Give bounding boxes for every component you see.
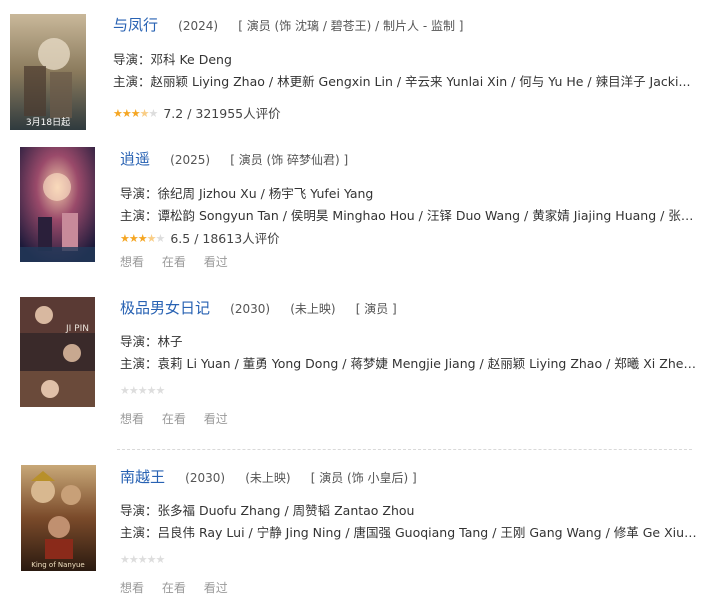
movie-title-link[interactable]: 与凤行 xyxy=(113,16,158,34)
release-status: (未上映) xyxy=(245,471,291,485)
rating-stars: ★★★★★ xyxy=(113,107,158,120)
rating-text: 6.5 / 18613人评价 xyxy=(170,231,280,246)
want-to-watch-link[interactable]: 想看 xyxy=(120,581,144,595)
watching-link[interactable]: 在看 xyxy=(162,581,186,595)
movie-cast: 主演：谭松韵 Songyun Tan / 侯明昊 Minghao Hou / 汪… xyxy=(120,208,698,223)
want-to-watch-link[interactable]: 想看 xyxy=(120,412,144,426)
watching-link[interactable]: 在看 xyxy=(162,412,186,426)
action-links: 想看 在看 看过 xyxy=(120,409,698,429)
watching-link[interactable]: 在看 xyxy=(162,255,186,269)
movie-year: (2024) xyxy=(178,19,219,33)
movie-director: 导演：邓科 Ke Deng xyxy=(113,52,232,67)
movie-director: 导演：林子 xyxy=(120,334,183,349)
action-links: 想看 在看 看过 xyxy=(120,252,698,272)
rating-stars: ★★★★★ xyxy=(120,553,165,566)
rating-stars: ★★★★★ xyxy=(120,232,165,245)
watched-link[interactable]: 看过 xyxy=(204,412,228,426)
movie-year: (2025) xyxy=(170,153,211,167)
movie-cast: 主演：赵丽颖 Liying Zhao / 林更新 Gengxin Lin / 辛… xyxy=(113,74,691,89)
watched-link[interactable]: 看过 xyxy=(204,581,228,595)
movie-cast: 主演：吕良伟 Ray Lui / 宁静 Jing Ning / 唐国强 Guoq… xyxy=(120,525,698,540)
action-links: 想看 在看 看过 xyxy=(120,578,698,598)
movie-role: [ 演员 (饰 碎梦仙君) ] xyxy=(230,153,349,167)
section-divider xyxy=(117,449,692,450)
svg-text:King of Nanyue: King of Nanyue xyxy=(31,561,84,569)
movie-poster[interactable]: 3月18日起 xyxy=(10,14,86,130)
movie-title-link[interactable]: 极品男女日记 xyxy=(120,299,210,317)
want-to-watch-link[interactable]: 想看 xyxy=(120,255,144,269)
movie-role: [ 演员 (饰 沈璃 / 碧苍王) / 制片人 - 监制 ] xyxy=(238,19,464,33)
movie-poster[interactable] xyxy=(20,147,95,262)
rating-text: 7.2 / 321955人评价 xyxy=(163,106,281,121)
movie-director: 导演：张多福 Duofu Zhang / 周赞韬 Zantao Zhou xyxy=(120,503,415,518)
watched-link[interactable]: 看过 xyxy=(204,255,228,269)
poster-date-text: 3月18日起 xyxy=(26,117,70,128)
movie-director: 导演：徐纪周 Jizhou Xu / 杨宇飞 Yufei Yang xyxy=(120,186,374,201)
svg-text:JI PIN: JI PIN xyxy=(65,324,89,334)
movie-role: [ 演员 (饰 小皇后) ] xyxy=(310,471,417,485)
movie-poster[interactable]: King of Nanyue xyxy=(21,465,96,571)
movie-role: [ 演员 ] xyxy=(355,302,397,316)
movie-year: (2030) xyxy=(185,471,226,485)
movie-poster[interactable]: JI PIN xyxy=(20,297,95,407)
movie-year: (2030) xyxy=(230,302,271,316)
movie-cast: 主演：袁莉 Li Yuan / 董勇 Yong Dong / 蒋梦婕 Mengj… xyxy=(120,356,698,371)
rating-stars: ★★★★★ xyxy=(120,384,165,397)
release-status: (未上映) xyxy=(290,302,336,316)
movie-title-link[interactable]: 南越王 xyxy=(120,468,165,486)
movie-title-link[interactable]: 逍遥 xyxy=(120,150,150,168)
